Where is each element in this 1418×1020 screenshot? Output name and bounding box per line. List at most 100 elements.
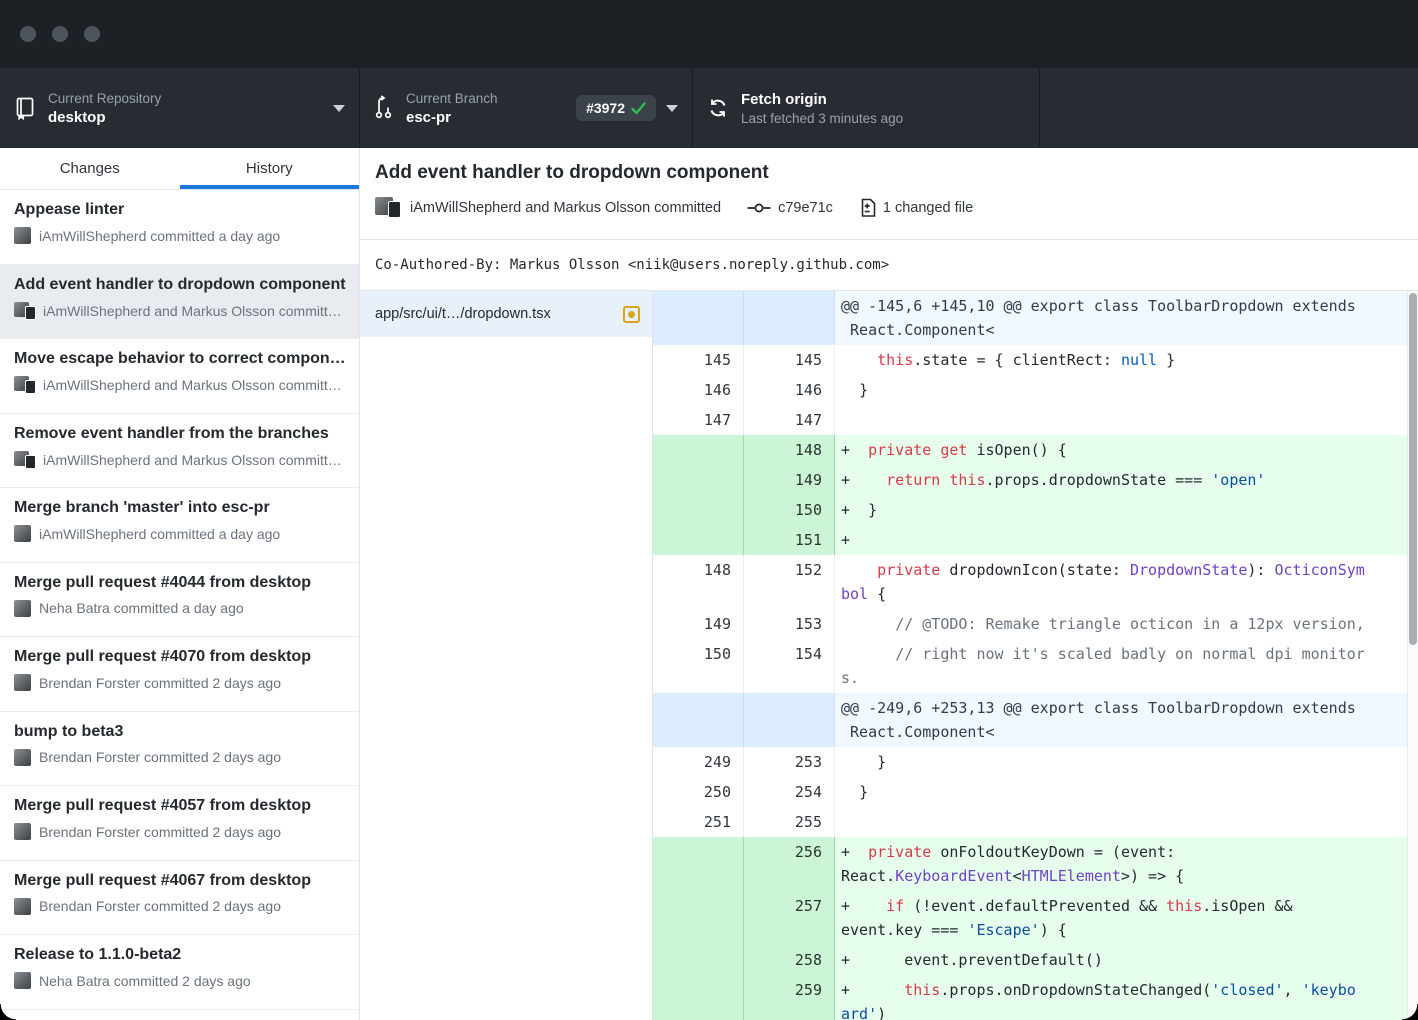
diff-line: 146146 } <box>653 375 1418 405</box>
diff-line-content: // @TODO: Remake triangle octicon in a 1… <box>835 609 1418 639</box>
old-line-number <box>653 975 744 1020</box>
commit-list-item[interactable]: Merge branch 'master' into esc-priAmWill… <box>0 488 359 563</box>
diff-line-content: } <box>835 375 1418 405</box>
old-line-number: 146 <box>653 375 744 405</box>
diff-line-content: + if (!event.defaultPrevented && this.is… <box>835 891 1418 945</box>
new-line-number: 153 <box>744 609 835 639</box>
diff-line-content: + event.preventDefault() <box>835 945 1418 975</box>
old-line-number <box>653 495 744 525</box>
avatar <box>14 674 31 691</box>
commit-item-byline: Neha Batra committed 2 days ago <box>39 973 251 989</box>
diff-line: 147147 <box>653 405 1418 435</box>
tab-history[interactable]: History <box>180 148 360 189</box>
diff-line-content <box>835 405 1418 435</box>
diff-scrollbar-thumb[interactable] <box>1409 293 1417 645</box>
diff-line-content: + <box>835 525 1418 555</box>
diff-scrollbar[interactable] <box>1407 291 1418 1020</box>
window-corner <box>1402 1004 1418 1020</box>
sync-icon <box>707 97 729 119</box>
diff-hunk-header: @@ -145,6 +145,10 @@ export class Toolba… <box>653 291 1418 345</box>
commit-item-title: Merge pull request #4067 from desktop <box>14 872 347 890</box>
avatar <box>14 898 31 915</box>
diff-line-content: } <box>835 747 1418 777</box>
diff-line: 151+ <box>653 525 1418 555</box>
new-line-number: 150 <box>744 495 835 525</box>
commit-title: Add event handler to dropdown component <box>375 162 1418 184</box>
old-line-number: 148 <box>653 555 744 609</box>
commit-item-byline: iAmWillShepherd committed a day ago <box>39 526 280 542</box>
commit-item-title: Remove event handler from the branches <box>14 425 347 443</box>
commit-list-item[interactable]: Merge pull request #4044 from desktopNeh… <box>0 563 359 638</box>
avatar <box>14 302 36 320</box>
history-sidebar: Changes History Appease linter iAmWillShe… <box>0 148 360 1020</box>
pr-status-badge: #3972 <box>576 95 656 121</box>
old-line-number <box>653 693 744 747</box>
new-line-number: 259 <box>744 975 835 1020</box>
avatar <box>14 749 31 766</box>
diff-viewer: @@ -145,6 +145,10 @@ export class Toolba… <box>653 291 1418 1020</box>
window-minimize-button[interactable] <box>52 26 68 42</box>
diff-line: 256+ private onFoldoutKeyDown = (event: … <box>653 837 1418 891</box>
diff-line-content: } <box>835 777 1418 807</box>
commit-item-title: Merge pull request #4057 from desktop <box>14 797 347 815</box>
commit-list-item[interactable]: Merge pull request #4050 from desktopBre… <box>0 1010 359 1020</box>
diff-line-content: @@ -145,6 +145,10 @@ export class Toolba… <box>835 291 1418 345</box>
changed-files-list: app/src/ui/t…/dropdown.tsx <box>360 291 653 1020</box>
commit-item-title: Release to 1.1.0-beta2 <box>14 946 347 964</box>
commit-description: Co-Authored-By: Markus Olsson <niik@user… <box>360 240 1418 291</box>
fetch-label: Fetch origin <box>741 91 1025 108</box>
commit-byline: iAmWillShepherd and Markus Olsson commit… <box>410 200 721 216</box>
avatar <box>14 525 31 542</box>
old-line-number: 250 <box>653 777 744 807</box>
window-zoom-button[interactable] <box>84 26 100 42</box>
current-repository-button[interactable]: Current Repository desktop <box>0 68 360 148</box>
avatar <box>14 600 31 617</box>
current-branch-button[interactable]: Current Branch esc-pr #3972 <box>360 68 693 148</box>
commit-item-title: Merge pull request #4070 from desktop <box>14 648 347 666</box>
avatar <box>14 376 36 394</box>
commit-list-item[interactable]: Move escape behavior to correct componen… <box>0 339 359 414</box>
commit-list-item[interactable]: Merge pull request #4057 from desktopBre… <box>0 786 359 861</box>
diff-line-content: // right now it's scaled badly on normal… <box>835 639 1418 693</box>
branch-label: Current Branch <box>406 91 566 106</box>
old-line-number <box>653 945 744 975</box>
commit-item-title: Appease linter <box>14 201 347 219</box>
diff-line: 150+ } <box>653 495 1418 525</box>
tab-changes[interactable]: Changes <box>0 148 180 189</box>
new-line-number: 146 <box>744 375 835 405</box>
commit-list-item[interactable]: bump to beta3Brendan Forster committed 2… <box>0 712 359 787</box>
diff-line-content: this.state = { clientRect: null } <box>835 345 1418 375</box>
repository-name: desktop <box>48 109 323 126</box>
commit-list-item[interactable]: Release to 1.1.0-beta2 Neha Batra committ… <box>0 935 359 1010</box>
commit-list-item[interactable]: Merge pull request #4070 from desktopBre… <box>0 637 359 712</box>
commit-list-item[interactable]: Remove event handler from the branchesiA… <box>0 414 359 489</box>
fetch-origin-button[interactable]: Fetch origin Last fetched 3 minutes ago <box>693 68 1040 148</box>
new-line-number: 147 <box>744 405 835 435</box>
window-close-button[interactable] <box>20 26 36 42</box>
chevron-down-icon <box>666 105 678 112</box>
commit-item-title: Add event handler to dropdown component <box>14 276 347 294</box>
commit-list-item[interactable]: Appease linteriAmWillShepherd committed … <box>0 190 359 265</box>
commit-detail-pane: Add event handler to dropdown component … <box>360 148 1418 1020</box>
diff-line-content: + } <box>835 495 1418 525</box>
old-line-number: 149 <box>653 609 744 639</box>
avatar <box>14 972 31 989</box>
file-name: app/src/ui/t…/dropdown.tsx <box>375 306 623 322</box>
old-line-number <box>653 465 744 495</box>
file-row[interactable]: app/src/ui/t…/dropdown.tsx <box>360 291 652 337</box>
diff-line: 251255 <box>653 807 1418 837</box>
pr-number: #3972 <box>586 100 625 116</box>
diff-line: 258+ event.preventDefault() <box>653 945 1418 975</box>
diff-rows: @@ -145,6 +145,10 @@ export class Toolba… <box>653 291 1418 1020</box>
commit-list-item[interactable]: Add event handler to dropdown componenti… <box>0 265 359 340</box>
branch-name: esc-pr <box>406 109 566 126</box>
commit-item-title: Move escape behavior to correct componen… <box>14 350 347 368</box>
git-branch-icon <box>374 95 394 121</box>
new-line-number: 145 <box>744 345 835 375</box>
commit-list-item[interactable]: Merge pull request #4067 from desktopBre… <box>0 861 359 936</box>
commit-list: Appease linter iAmWillShepherd committed … <box>0 190 359 1020</box>
changed-files-count: 1 changed file <box>859 198 973 218</box>
diff-line: 150154 // right now it's scaled badly on… <box>653 639 1418 693</box>
commit-sha[interactable]: c79e71c <box>747 200 833 216</box>
old-line-number: 147 <box>653 405 744 435</box>
